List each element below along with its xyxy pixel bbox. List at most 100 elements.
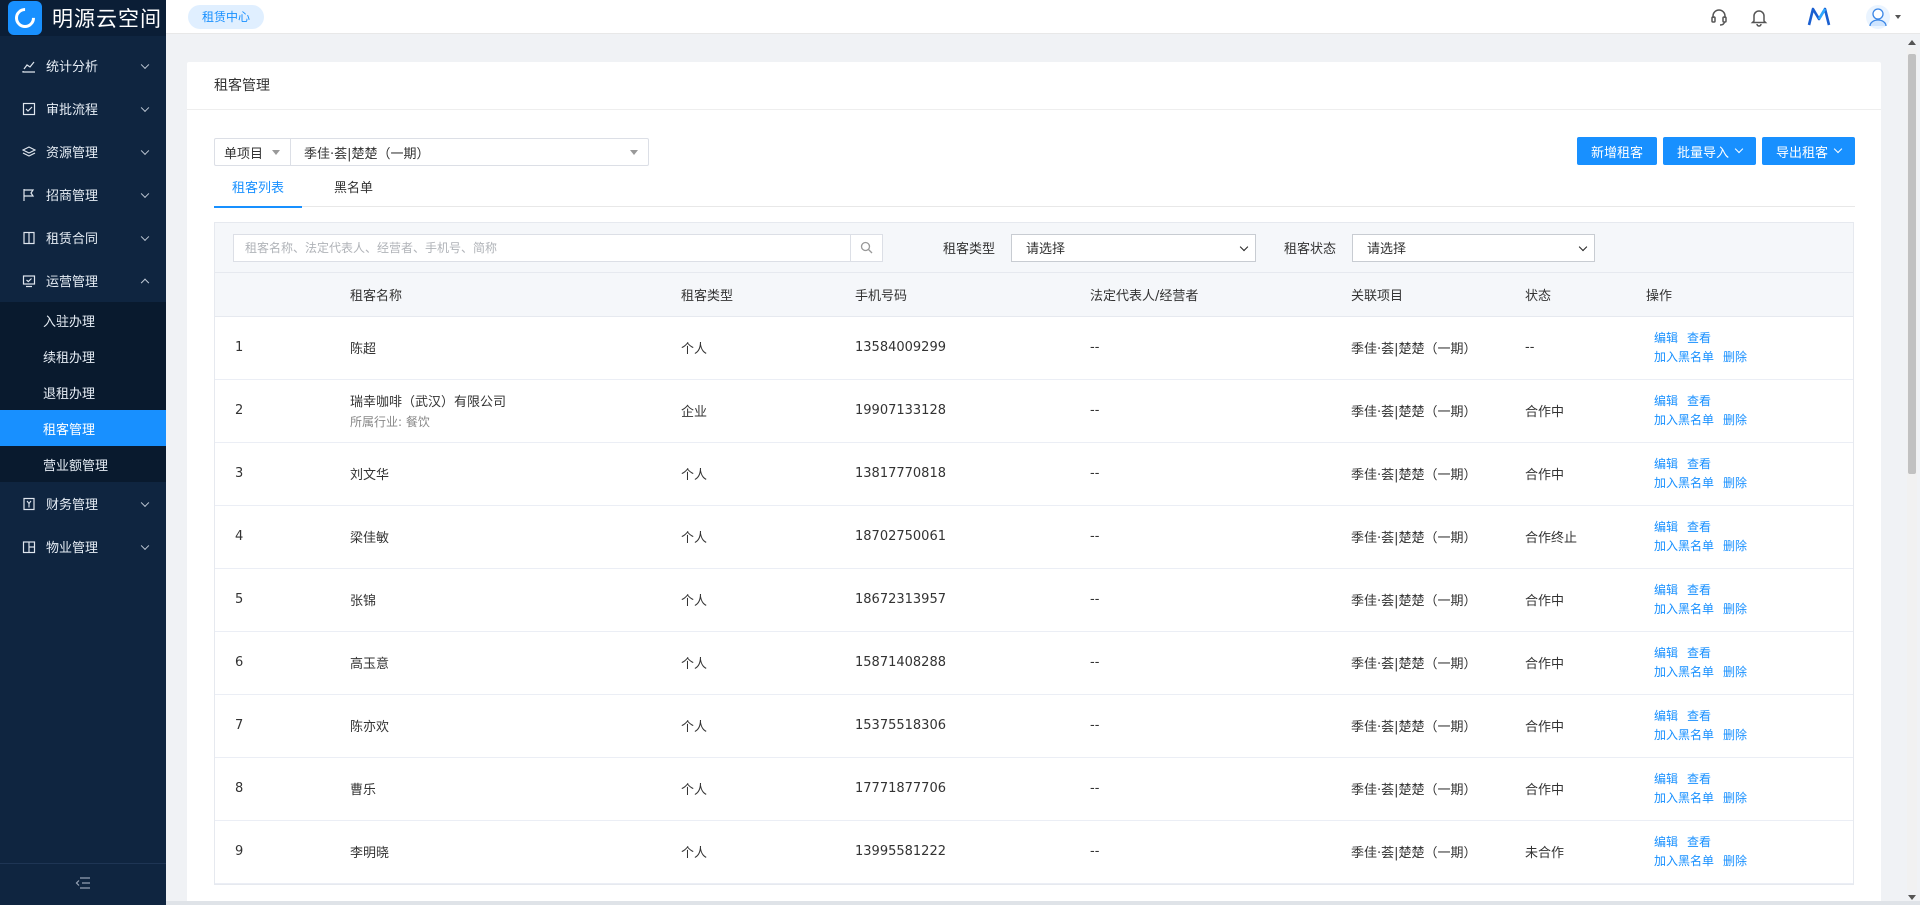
scrollbar-thumb[interactable]: [1908, 54, 1916, 474]
project-selector[interactable]: 单项目 季佳·荟|楚楚（一期）: [214, 138, 649, 166]
row-index: 3: [235, 466, 244, 481]
tenant-name-text: 陈亦欢: [350, 720, 390, 735]
caret-down-icon: [630, 150, 638, 155]
project-type-select[interactable]: 单项目: [215, 139, 291, 165]
tab-bar: 租客列表 黑名单: [214, 172, 1855, 208]
view-link[interactable]: 查看: [1687, 583, 1711, 597]
brand-m-icon[interactable]: [1806, 6, 1832, 28]
view-link[interactable]: 查看: [1687, 646, 1711, 660]
blacklist-link[interactable]: 加入黑名单: [1654, 413, 1714, 427]
edit-link[interactable]: 编辑: [1654, 520, 1678, 534]
tab-tenant-list[interactable]: 租客列表: [214, 172, 303, 208]
blacklist-link[interactable]: 加入黑名单: [1654, 791, 1714, 805]
view-link[interactable]: 查看: [1687, 394, 1711, 408]
row-actions: 编辑 查看 加入黑名单 删除: [1646, 820, 1853, 883]
sidebar-item-contracts[interactable]: 租赁合同: [0, 216, 166, 259]
delete-link[interactable]: 删除: [1723, 728, 1747, 742]
collapse-sidebar-button[interactable]: [0, 863, 166, 905]
tenant-status-select[interactable]: 请选择: [1352, 233, 1596, 262]
edit-link[interactable]: 编辑: [1654, 457, 1678, 471]
sidebar-item-leasing[interactable]: 招商管理: [0, 173, 166, 216]
add-tenant-button[interactable]: 新增租客: [1576, 137, 1657, 165]
delete-link[interactable]: 删除: [1723, 413, 1747, 427]
table-row: 1 陈超 个人 13584009299 -- 季佳·荟|楚楚（一期） -- 编辑…: [215, 316, 1853, 379]
user-avatar[interactable]: [1866, 5, 1902, 29]
tenant-phone: 15375518306: [855, 718, 946, 733]
tenant-phone: 13817770818: [855, 466, 946, 481]
view-link[interactable]: 查看: [1687, 331, 1711, 345]
tenant-name-text: 曹乐: [350, 783, 377, 798]
blacklist-link[interactable]: 加入黑名单: [1654, 854, 1714, 868]
sidebar-item-operations[interactable]: 运营管理: [0, 259, 166, 302]
sidebar-item-approval[interactable]: 审批流程: [0, 87, 166, 130]
view-link[interactable]: 查看: [1687, 835, 1711, 849]
row-index: 1: [235, 340, 244, 355]
blacklist-link[interactable]: 加入黑名单: [1654, 476, 1714, 490]
edit-link[interactable]: 编辑: [1654, 583, 1678, 597]
col-project: 关联项目: [1351, 273, 1525, 317]
tab-blacklist[interactable]: 黑名单: [316, 172, 391, 206]
submenu-item-turnover[interactable]: 营业额管理: [0, 446, 166, 482]
edit-link[interactable]: 编辑: [1654, 835, 1678, 849]
delete-link[interactable]: 删除: [1723, 854, 1747, 868]
tenant-type-label: 租客类型: [943, 242, 996, 257]
search-icon: [860, 241, 873, 254]
scroll-down-icon[interactable]: [1908, 895, 1916, 900]
blacklist-link[interactable]: 加入黑名单: [1654, 728, 1714, 742]
sidebar-item-label: 物业管理: [46, 541, 99, 556]
batch-import-button[interactable]: 批量导入: [1662, 137, 1756, 165]
submenu-item-checkout[interactable]: 退租办理: [0, 374, 166, 410]
sidebar-item-finance[interactable]: 财务管理: [0, 482, 166, 525]
blacklist-link[interactable]: 加入黑名单: [1654, 602, 1714, 616]
logo[interactable]: 明源云空间: [0, 0, 166, 36]
button-label: 导出租客: [1775, 145, 1828, 161]
chevron-down-icon: [140, 541, 150, 550]
tenant-type-select[interactable]: 请选择: [1011, 233, 1257, 262]
tenant-type: 个人: [681, 342, 708, 357]
tenant-legal-rep: --: [1090, 466, 1100, 481]
sidebar-item-stats[interactable]: 统计分析: [0, 44, 166, 87]
view-link[interactable]: 查看: [1687, 520, 1711, 534]
blacklist-link[interactable]: 加入黑名单: [1654, 665, 1714, 679]
search-input[interactable]: [234, 234, 850, 261]
bell-icon[interactable]: [1748, 6, 1770, 28]
edit-link[interactable]: 编辑: [1654, 772, 1678, 786]
tenant-status: 合作中: [1525, 405, 1565, 420]
submenu-item-renewal[interactable]: 续租办理: [0, 338, 166, 374]
submenu-item-checkin[interactable]: 入驻办理: [0, 302, 166, 338]
tenant-project: 季佳·荟|楚楚（一期）: [1351, 468, 1477, 483]
delete-link[interactable]: 删除: [1723, 539, 1747, 553]
edit-link[interactable]: 编辑: [1654, 331, 1678, 345]
col-index: [215, 273, 350, 317]
delete-link[interactable]: 删除: [1723, 350, 1747, 364]
edit-link[interactable]: 编辑: [1654, 394, 1678, 408]
chevron-down-icon: [140, 189, 150, 198]
delete-link[interactable]: 删除: [1723, 602, 1747, 616]
sidebar-item-property[interactable]: 物业管理: [0, 525, 166, 568]
view-link[interactable]: 查看: [1687, 709, 1711, 723]
view-link[interactable]: 查看: [1687, 772, 1711, 786]
tenant-name: 高玉意: [350, 631, 681, 694]
tenant-name-text: 李明晓: [350, 846, 390, 861]
search-button[interactable]: [850, 234, 882, 261]
view-link[interactable]: 查看: [1687, 457, 1711, 471]
submenu-item-tenants[interactable]: 租客管理: [0, 410, 166, 446]
horizontal-scrollbar[interactable]: [166, 901, 1920, 905]
tenant-phone: 19907133128: [855, 403, 946, 418]
scroll-up-icon[interactable]: [1908, 40, 1916, 45]
chevron-up-icon: [140, 278, 150, 287]
delete-link[interactable]: 删除: [1723, 665, 1747, 679]
blacklist-link[interactable]: 加入黑名单: [1654, 350, 1714, 364]
edit-link[interactable]: 编辑: [1654, 646, 1678, 660]
delete-link[interactable]: 删除: [1723, 791, 1747, 805]
module-tab-chip[interactable]: 租赁中心: [188, 5, 265, 29]
sidebar-item-label: 租赁合同: [46, 232, 99, 247]
blacklist-link[interactable]: 加入黑名单: [1654, 539, 1714, 553]
sidebar-item-resources[interactable]: 资源管理: [0, 130, 166, 173]
project-name-select[interactable]: 季佳·荟|楚楚（一期）: [291, 139, 648, 165]
edit-link[interactable]: 编辑: [1654, 709, 1678, 723]
page-scrollbar[interactable]: [1906, 40, 1920, 900]
delete-link[interactable]: 删除: [1723, 476, 1747, 490]
headset-icon[interactable]: [1708, 6, 1730, 28]
export-tenants-button[interactable]: 导出租客: [1761, 137, 1855, 165]
